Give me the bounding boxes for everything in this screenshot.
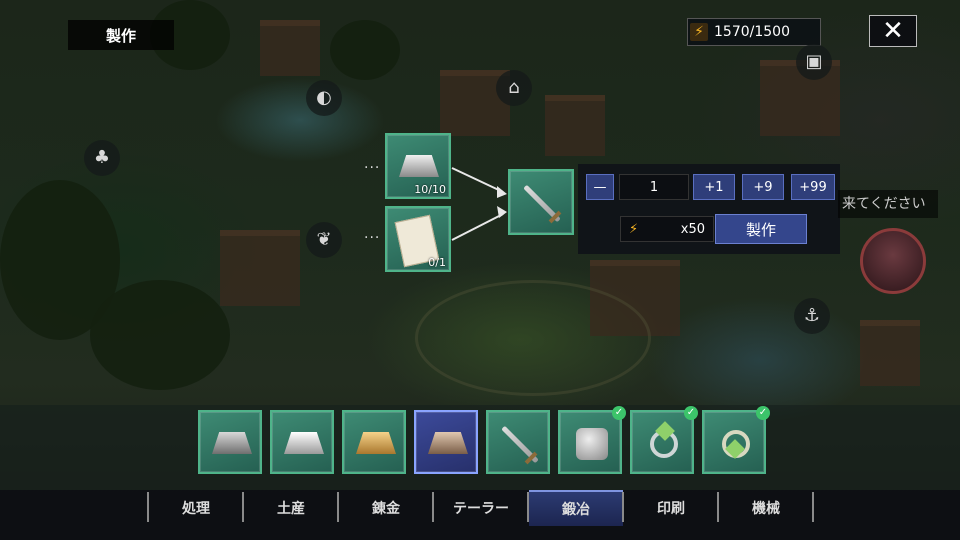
lightning-icon: ⚡ — [629, 221, 639, 237]
craft-button[interactable]: 製作 — [715, 214, 807, 244]
check-icon: ✓ — [684, 406, 698, 420]
plus-9-button[interactable]: +9 — [742, 174, 784, 200]
tab-processing[interactable]: 処理 — [149, 490, 243, 526]
arrow-head — [497, 186, 507, 198]
item-tray — [0, 405, 960, 490]
item-slot-silver-ingot[interactable] — [270, 410, 334, 474]
decrease-button[interactable]: — — [586, 174, 614, 200]
arrow-line — [451, 167, 504, 193]
craft-panel: — 1 +1 +9 +99 ⚡ x50 製作 — [578, 164, 840, 254]
npc-avatar[interactable] — [860, 228, 926, 294]
armor-icon — [576, 428, 608, 460]
check-icon: ✓ — [756, 406, 770, 420]
tab-divider — [812, 492, 814, 522]
item-slot-sword[interactable] — [486, 410, 550, 474]
tab-alchemy[interactable]: 錬金 — [339, 490, 433, 526]
cost-value: x50 — [680, 221, 705, 237]
silver-ingot-icon — [284, 432, 324, 454]
tab-souvenir[interactable]: 土産 — [244, 490, 338, 526]
tab-smithing[interactable]: 鍛冶 — [529, 490, 623, 526]
tab-printing[interactable]: 印刷 — [624, 490, 718, 526]
plus-99-button[interactable]: +99 — [791, 174, 835, 200]
category-tabs: 処理 土産 錬金 テーラー 鍛冶 印刷 機械 — [0, 490, 960, 540]
item-slot-necklace[interactable]: ✓ — [702, 406, 770, 474]
tab-machinery[interactable]: 機械 — [719, 490, 813, 526]
gold-ingot-icon — [356, 432, 396, 454]
iron-ingot-icon — [212, 432, 252, 454]
item-slot-gold-ingot[interactable] — [342, 410, 406, 474]
arrow-line — [451, 213, 504, 241]
item-slot-armor[interactable]: ✓ — [558, 406, 626, 474]
npc-speech: 来てください — [838, 190, 938, 218]
item-slot-ring[interactable]: ✓ — [630, 406, 698, 474]
check-icon: ✓ — [612, 406, 626, 420]
item-slot-bronze-ingot[interactable] — [414, 410, 478, 474]
tab-tailor[interactable]: テーラー — [434, 490, 528, 526]
bronze-ingot-icon — [428, 432, 468, 454]
cost-display: ⚡ x50 — [620, 216, 714, 242]
quantity-field[interactable]: 1 — [619, 174, 689, 200]
result-slot-sword[interactable] — [508, 169, 574, 235]
plus-1-button[interactable]: +1 — [693, 174, 735, 200]
item-slot-iron-ingot[interactable] — [198, 410, 262, 474]
